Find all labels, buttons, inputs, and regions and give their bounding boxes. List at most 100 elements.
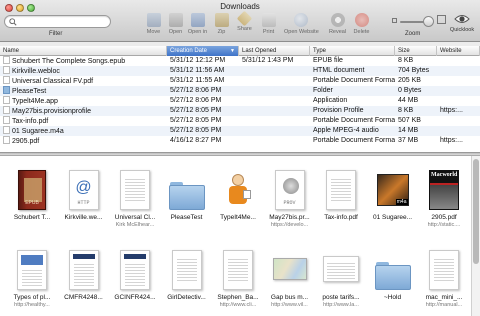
file-cell-name: Universal Classical FV.pdf	[3, 76, 167, 86]
file-thumbnail-tile[interactable]: Tax-info.pdf	[313, 158, 369, 234]
file-cell-last-opened	[242, 116, 310, 126]
column-header-size[interactable]: Size	[395, 46, 437, 56]
file-cell-text: https:...	[440, 137, 463, 144]
thumbnail-filename: Universal Cl...	[114, 214, 156, 221]
file-thumbnail-tile[interactable]: Gap bus m... http://www.vil...	[262, 238, 318, 314]
file-thumbnail-tile[interactable]: GirlDetectiv...	[159, 238, 215, 314]
file-cell-creation-date: 5/27/12 8:05 PM	[170, 116, 240, 126]
file-row[interactable]: Universal Classical FV.pdf 5/31/12 11:55 …	[0, 76, 480, 86]
globe-icon	[294, 13, 308, 27]
thumbnail-filename: Schubert T...	[13, 214, 51, 221]
file-cell-text: 2905.pdf	[12, 138, 40, 145]
thumbnail-filename: GirlDetectiv...	[167, 294, 206, 301]
file-row[interactable]: Schubert The Complete Songs.epub 5/31/12 …	[0, 56, 480, 66]
file-row[interactable]: 2905.pdf 4/16/12 8:27 PM Portable Document…	[0, 136, 480, 146]
file-thumbnail-tile[interactable]: mac_mini_... http://manual...	[416, 238, 471, 314]
file-cell-type: HTML document	[313, 66, 395, 76]
thumbnail-grid[interactable]: EPUB Schubert T... @ HTTP Kirkville.we... Uni…	[0, 156, 471, 316]
move-icon	[146, 13, 161, 27]
grid-scrollbar-thumb[interactable]	[473, 159, 479, 264]
file-cell-text: 5/31/12 1:43 PM	[242, 57, 294, 64]
column-header-last-opened[interactable]: Last Opened	[239, 46, 310, 56]
book-thumbnail: EPUB	[18, 170, 46, 210]
thumbnail-filename: GCINFR424...	[114, 294, 156, 301]
file-cell-text: 5/31/12 11:55 AM	[170, 77, 225, 84]
thumbnail-image	[323, 244, 359, 290]
file-thumbnail-tile[interactable]: CMFR4248...	[56, 238, 112, 314]
thumbnail-filename: Kirkville.we...	[64, 214, 103, 221]
file-cell-text: 0 Bytes	[398, 87, 422, 94]
file-thumbnail-tile[interactable]: m4a 01 Sugaree...	[365, 158, 421, 234]
thumbnail-image: @ HTTP	[66, 164, 102, 210]
zoom-slider-knob[interactable]	[423, 16, 434, 27]
move-button[interactable]: Move	[142, 13, 165, 39]
file-thumbnail-tile[interactable]: EPUB Schubert T...	[4, 158, 60, 234]
file-thumbnail-tile[interactable]: Universal Cl... Kirk McElhear...	[107, 158, 163, 234]
file-cell-text: Tax-info.pdf	[12, 118, 49, 125]
thumbnail-source: https://develo...	[270, 222, 309, 228]
file-thumbnail-tile[interactable]: Macworld 2905.pdf http://static....	[416, 158, 471, 234]
file-thumbnail-tile[interactable]: ~Hold	[365, 238, 421, 314]
zip-button[interactable]: Zip	[210, 13, 233, 39]
reveal-button[interactable]: Reveal	[326, 13, 349, 39]
thumbnail-image: EPUB	[14, 164, 50, 210]
file-thumbnail-tile[interactable]: TypeIt4Me...	[210, 158, 266, 234]
thumbnail-filename: May27bis.pr...	[269, 214, 310, 221]
file-thumbnail-tile[interactable]: PROV May27bis.pr... https://develo...	[262, 158, 318, 234]
open-button[interactable]: Open	[164, 13, 187, 39]
thumbnail-image	[374, 244, 411, 290]
file-cell-text: 205 KB	[398, 77, 421, 84]
file-cell-text: 5/27/12 8:05 PM	[170, 127, 222, 134]
file-cell-creation-date: 5/27/12 8:05 PM	[170, 106, 240, 116]
file-cell-text: https:...	[440, 107, 463, 114]
file-row[interactable]: 01 Sugaree.m4a 5/27/12 8:05 PM Apple MPEG-…	[0, 126, 480, 136]
column-header-website[interactable]: Website	[437, 46, 480, 56]
file-cell-text: 5/31/12 11:56 AM	[170, 67, 225, 74]
file-cell-website	[440, 126, 480, 136]
file-row[interactable]: May27bis.provisionprofile 5/27/12 8:05 PM…	[0, 106, 480, 116]
file-row[interactable]: Tax-info.pdf 5/27/12 8:05 PM Portable Docu…	[0, 116, 480, 126]
thumbnail-image	[168, 164, 205, 210]
file-cell-website	[440, 116, 480, 126]
file-cell-website: https:...	[440, 136, 480, 146]
http-thumbnail: @ HTTP	[68, 170, 99, 210]
search-icon	[9, 18, 17, 26]
file-cell-text: Provision Profile	[313, 107, 364, 114]
file-row[interactable]: Typelt4Me.app 5/27/12 8:06 PM Application 4…	[0, 96, 480, 106]
file-thumbnail-tile[interactable]: Types of pl... http://healthy...	[4, 238, 60, 314]
open-in-button[interactable]: Open in	[186, 13, 209, 39]
file-row[interactable]: PleaseTest 5/27/12 8:06 PM Folder 0 Bytes	[0, 86, 480, 96]
reveal-icon	[330, 13, 345, 27]
file-thumbnail-tile[interactable]: Stephen_Ba... http://www.cli...	[210, 238, 266, 314]
file-thumbnail-tile[interactable]: PleaseTest	[159, 158, 215, 234]
filter-search-field[interactable]	[4, 15, 111, 28]
share-button[interactable]: Share	[233, 10, 256, 39]
file-thumbnail-tile[interactable]: poste tarifs... http://www.la...	[313, 238, 369, 314]
file-cell-last-opened	[242, 96, 310, 106]
file-thumbnail-tile[interactable]: @ HTTP Kirkville.we...	[56, 158, 112, 234]
file-cell-last-opened: 5/31/12 1:43 PM	[242, 56, 310, 66]
quicklook-button[interactable]: Quicklook	[447, 13, 477, 33]
file-row[interactable]: Kirkville.webloc 5/31/12 11:56 AM HTML doc…	[0, 66, 480, 76]
file-cell-text: 37 MB	[398, 137, 419, 144]
file-cell-size: 205 KB	[398, 76, 438, 86]
delete-button[interactable]: Delete	[350, 13, 373, 39]
grid-scrollbar[interactable]	[471, 156, 480, 316]
file-thumbnail-tile[interactable]: GCINFR424...	[107, 238, 163, 314]
print-button[interactable]: Print	[257, 13, 280, 39]
file-cell-name: 01 Sugaree.m4a	[3, 126, 167, 136]
thumbnail-image	[220, 164, 256, 210]
delete-icon	[354, 13, 369, 27]
file-cell-creation-date: 5/31/12 11:56 AM	[170, 66, 240, 76]
file-cell-text: Kirkville.webloc	[12, 68, 60, 75]
file-cell-name: Schubert The Complete Songs.epub	[3, 56, 167, 66]
column-header-creation-date[interactable]: Creation Date ▼	[167, 46, 239, 56]
file-list[interactable]: Schubert The Complete Songs.epub 5/31/12 …	[0, 56, 480, 152]
doc-thumbnail	[326, 170, 356, 210]
downloads-window: Downloads Filter Move Open Open in Zip S…	[0, 0, 480, 316]
open-website-button[interactable]: Open Website	[284, 13, 319, 39]
filter-input[interactable]	[19, 17, 107, 27]
thumbnail-image	[272, 244, 308, 290]
column-header-type[interactable]: Type	[310, 46, 395, 56]
column-header-name[interactable]: Name	[0, 46, 167, 56]
